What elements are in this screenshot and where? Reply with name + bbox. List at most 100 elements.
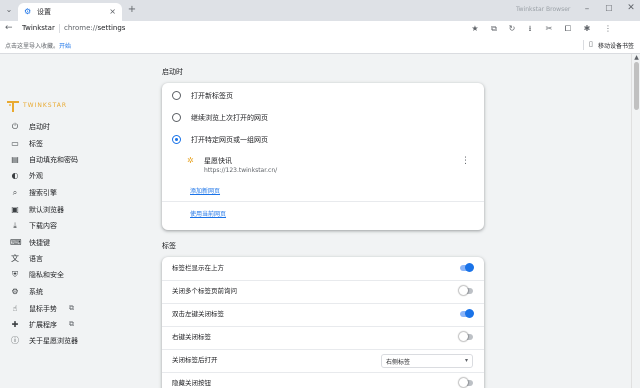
download-icon[interactable]: ⭳ xyxy=(524,23,536,35)
toggle-switch-on[interactable] xyxy=(460,309,474,318)
section-title-tabs: 标签 xyxy=(162,242,176,250)
sidebar-item-label: 默认浏览器 xyxy=(29,206,64,214)
sidebar-item-search-engine[interactable]: ⌕ 搜索引擎 xyxy=(10,187,140,201)
sidebar-item-privacy[interactable]: ⛨ 隐私和安全 xyxy=(10,269,140,283)
mouse-gesture-icon: ☝ xyxy=(12,304,18,313)
setting-open-after-close: 关闭标签后打开 右侧标签 ▾ xyxy=(162,349,484,372)
sidebar-item-languages[interactable]: 文 语言 xyxy=(10,253,140,267)
toggle-switch-off[interactable] xyxy=(459,332,473,341)
toggle-knob xyxy=(465,309,474,318)
mobile-bookmarks-folder[interactable]: 移动设备书签 xyxy=(598,41,634,50)
maximize-button[interactable]: ☐ xyxy=(603,4,615,13)
window-brand: Twinkstar Browser xyxy=(516,6,571,13)
startup-option-continue[interactable]: 继续浏览上次打开的网页 xyxy=(162,107,484,129)
import-bookmarks-prompt: 点击这里导入收藏。 xyxy=(5,43,60,50)
sidebar-item-label: 外观 xyxy=(29,172,43,180)
sidebar-item-label: 下载内容 xyxy=(29,222,57,230)
power-icon: ⏻ xyxy=(11,122,19,131)
external-link-icon: ⧉ xyxy=(69,320,74,328)
more-actions-icon[interactable]: ⋮ xyxy=(461,157,470,166)
site-favicon-icon: ✲ xyxy=(187,156,194,165)
section-title-startup: 启动时 xyxy=(162,68,183,76)
setting-label: 隐藏关闭按钮 xyxy=(172,379,211,387)
sidebar-item-downloads[interactable]: ⤓ 下载内容 xyxy=(10,220,140,234)
setting-hide-close-button[interactable]: 隐藏关闭按钮 xyxy=(162,372,484,388)
tab-settings[interactable]: ⚙ 设置 × xyxy=(18,3,122,21)
back-button[interactable]: ← xyxy=(5,23,13,33)
toggle-switch-off[interactable] xyxy=(459,378,473,387)
setting-confirm-close-multiple[interactable]: 关闭多个标签页前询问 xyxy=(162,280,484,303)
history-icon[interactable]: ↻ xyxy=(506,23,518,35)
sidebar-item-extensions[interactable]: ✚ 扩展程序 ⧉ xyxy=(10,319,140,333)
setting-right-click-close[interactable]: 右键关闭标签 xyxy=(162,326,484,349)
add-new-page-link[interactable]: 添加新网页 xyxy=(190,186,220,195)
sidebar-item-startup[interactable]: ⏻ 启动时 xyxy=(10,121,140,135)
tab-icon: ▭ xyxy=(11,139,19,148)
radio-button-selected[interactable] xyxy=(172,135,181,144)
tab-search-icon[interactable]: ⌄ xyxy=(3,4,15,16)
sidebar-item-appearance[interactable]: ◐ 外观 xyxy=(10,170,140,184)
new-tab-button[interactable]: + xyxy=(126,4,138,16)
sidebar-item-label: 鼠标手势 xyxy=(29,305,57,313)
settings-page: TWINKSTAR ⏻ 启动时 ▭ 标签 ▤ 自动填充和密码 ◐ 外观 ⌕ 搜索… xyxy=(0,54,640,388)
sidebar-item-label: 隐私和安全 xyxy=(29,271,64,279)
page-scrollbar[interactable]: ▲ xyxy=(631,54,640,388)
keyboard-icon: ⌨ xyxy=(10,238,22,247)
minimize-button[interactable]: – xyxy=(581,4,593,14)
sidebar-item-mouse-gestures[interactable]: ☝ 鼠标手势 ⧉ xyxy=(10,303,140,317)
toggle-knob xyxy=(465,263,474,272)
radio-button[interactable] xyxy=(172,91,181,100)
startup-page-entry: ✲ 星愿快讯 https://123.twinkstar.cn/ ⋮ xyxy=(187,151,477,179)
scroll-up-arrow-icon[interactable]: ▲ xyxy=(633,54,640,61)
twinkstar-logo: TWINKSTAR xyxy=(6,99,66,113)
site-name: 星愿快讯 xyxy=(204,157,232,165)
setting-label: 标签栏显示在上方 xyxy=(172,264,224,272)
scrollbar-thumb[interactable] xyxy=(634,62,639,110)
use-current-pages-link[interactable]: 使用当前网页 xyxy=(190,209,226,218)
info-icon: ⓘ xyxy=(11,336,19,345)
language-icon: 文 xyxy=(11,254,19,263)
radio-button[interactable] xyxy=(172,113,181,122)
screenshot-icon[interactable]: ⧉ xyxy=(488,23,500,35)
select-value: 右侧标签 xyxy=(386,359,411,366)
menu-icon[interactable]: ⋮ xyxy=(602,23,614,35)
extensions-icon[interactable]: ✱ xyxy=(581,23,593,35)
sidebar-item-system[interactable]: ⚙ 系统 xyxy=(10,286,140,300)
setting-label: 右键关闭标签 xyxy=(172,333,211,341)
card-divider xyxy=(162,201,484,202)
bookmark-star-icon[interactable]: ★ xyxy=(469,23,481,35)
sidebar-item-about[interactable]: ⓘ 关于星愿浏览器 xyxy=(10,335,140,349)
setting-double-click-close[interactable]: 双击左键关闭标签 xyxy=(162,303,484,326)
close-tab-icon[interactable]: × xyxy=(109,6,116,17)
sidebar-item-label: 语言 xyxy=(29,255,43,263)
toggle-knob xyxy=(459,332,468,341)
chevron-down-icon: ▾ xyxy=(464,357,468,364)
sidebar-item-default-browser[interactable]: ▣ 默认浏览器 xyxy=(10,204,140,218)
startup-option-specific-pages[interactable]: 打开特定网页或一组网页 xyxy=(162,129,484,151)
sidebar-item-label: 自动填充和密码 xyxy=(29,156,78,164)
url-path: settings xyxy=(97,24,126,32)
radio-label: 打开新标签页 xyxy=(191,92,233,100)
setting-label: 双击左键关闭标签 xyxy=(172,310,224,318)
toggle-switch-off[interactable] xyxy=(459,286,473,295)
close-window-button[interactable]: ✕ xyxy=(625,3,637,13)
sidebar-item-tabs[interactable]: ▭ 标签 xyxy=(10,138,140,152)
startup-card: 打开新标签页 继续浏览上次打开的网页 打开特定网页或一组网页 ✲ 星愿快讯 ht… xyxy=(162,83,484,230)
scissors-icon[interactable]: ✂ xyxy=(543,23,555,35)
sidebar-item-label: 搜索引擎 xyxy=(29,189,57,197)
toggle-knob xyxy=(459,378,468,387)
tabs-card: 标签栏显示在上方 关闭多个标签页前询问 双击左键关闭标签 右键关闭标签 关闭标签… xyxy=(162,257,484,388)
address-bar[interactable]: chrome://settings xyxy=(64,24,125,32)
open-after-close-select[interactable]: 右侧标签 ▾ xyxy=(381,354,473,368)
toggle-knob xyxy=(459,286,468,295)
import-start-link[interactable]: 开始 xyxy=(59,41,71,50)
sidebar-panel-icon[interactable]: ⧠ xyxy=(562,23,574,35)
sidebar-item-shortcuts[interactable]: ⌨ 快捷键 xyxy=(10,237,140,251)
omnibox-brand-chip[interactable]: Twinkstar xyxy=(22,24,55,32)
startup-option-new-tab[interactable]: 打开新标签页 xyxy=(162,85,484,107)
toggle-switch-on[interactable] xyxy=(460,263,474,272)
sidebar-item-autofill[interactable]: ▤ 自动填充和密码 xyxy=(10,154,140,168)
setting-tabbar-on-top[interactable]: 标签栏显示在上方 xyxy=(162,257,484,280)
logo-wordmark: TWINKSTAR xyxy=(23,102,68,109)
omnibox-divider xyxy=(59,24,60,33)
